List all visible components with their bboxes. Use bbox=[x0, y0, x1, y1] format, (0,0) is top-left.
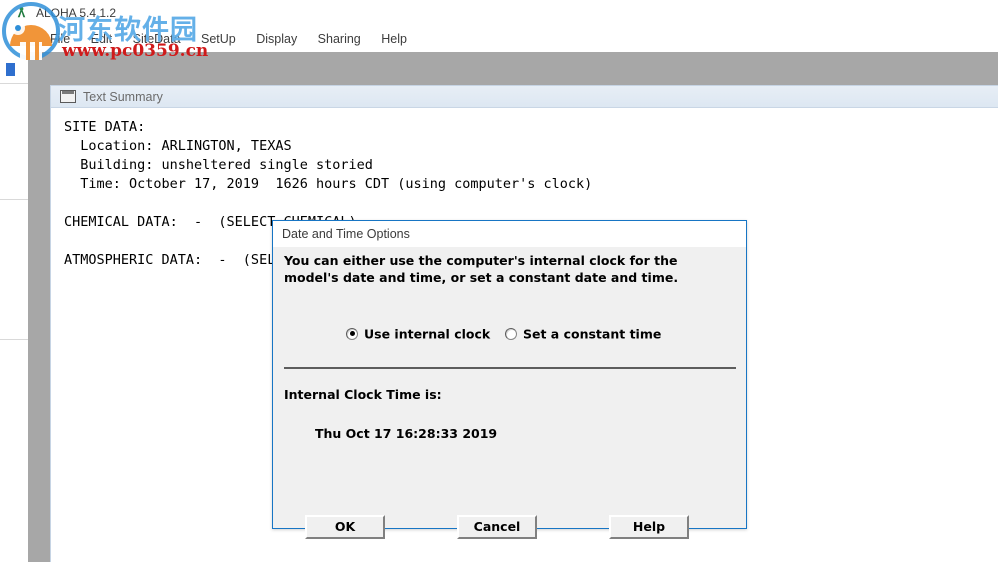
summary-line: Location: ARLINGTON, TEXAS bbox=[64, 138, 292, 154]
menubar: File Edit SiteData SetUp Display Sharing… bbox=[0, 27, 998, 52]
cancel-button[interactable]: Cancel bbox=[457, 515, 537, 539]
text-document-icon bbox=[60, 90, 76, 103]
radio-use-internal-clock[interactable]: Use internal clock bbox=[346, 325, 490, 345]
summary-line: SITE DATA: bbox=[64, 119, 146, 135]
internal-clock-label: Internal Clock Time is: bbox=[284, 387, 442, 402]
text-summary-titlebar[interactable]: Text Summary bbox=[51, 86, 998, 108]
menu-sitedata[interactable]: SiteData bbox=[125, 27, 189, 52]
date-time-options-dialog: Date and Time Options You can either use… bbox=[272, 220, 747, 539]
radio-set-constant-time[interactable]: Set a constant time bbox=[505, 325, 661, 345]
menu-help[interactable]: Help bbox=[373, 27, 415, 52]
app-title-text: ALOHA 5.4.1.2 bbox=[36, 6, 117, 20]
menu-edit[interactable]: Edit bbox=[83, 27, 121, 52]
summary-blank-line bbox=[64, 194, 998, 213]
divider bbox=[0, 339, 28, 340]
internal-clock-value: Thu Oct 17 16:28:33 2019 bbox=[315, 426, 498, 441]
dialog-button-row: OK Cancel Help bbox=[273, 515, 746, 539]
clock-mode-radio-group: Use internal clock Set a constant time bbox=[273, 325, 746, 345]
summary-line: Building: unsheltered single storied bbox=[64, 157, 373, 173]
aloha-application-window: ALOHA 5.4.1.2 File Edit SiteData SetUp D… bbox=[0, 0, 998, 577]
divider bbox=[0, 199, 28, 200]
menu-setup[interactable]: SetUp bbox=[193, 27, 244, 52]
menu-sharing[interactable]: Sharing bbox=[310, 27, 369, 52]
menu-display[interactable]: Display bbox=[248, 27, 305, 52]
summary-line: Time: October 17, 2019 1626 hours CDT (u… bbox=[64, 176, 593, 192]
help-button[interactable]: Help bbox=[609, 515, 689, 539]
radio-set-constant-time-label: Set a constant time bbox=[523, 326, 662, 342]
radio-selected-icon bbox=[346, 327, 358, 340]
aloha-app-icon bbox=[14, 6, 29, 21]
text-summary-title: Text Summary bbox=[83, 90, 163, 104]
dialog-title: Date and Time Options bbox=[282, 227, 410, 241]
background-window-strip bbox=[0, 52, 28, 577]
dialog-body: You can either use the computer's intern… bbox=[273, 247, 746, 539]
radio-unselected-icon bbox=[505, 327, 517, 340]
background-window-accent bbox=[6, 63, 15, 76]
dialog-separator bbox=[284, 367, 736, 369]
ok-button[interactable]: OK bbox=[305, 515, 385, 539]
dialog-titlebar[interactable]: Date and Time Options bbox=[273, 221, 746, 247]
app-titlebar: ALOHA 5.4.1.2 bbox=[0, 0, 998, 27]
divider bbox=[0, 83, 28, 84]
desktop-background bbox=[0, 562, 998, 577]
dialog-instructions: You can either use the computer's intern… bbox=[284, 253, 679, 285]
radio-use-internal-clock-label: Use internal clock bbox=[364, 326, 491, 342]
menu-file[interactable]: File bbox=[42, 27, 78, 52]
